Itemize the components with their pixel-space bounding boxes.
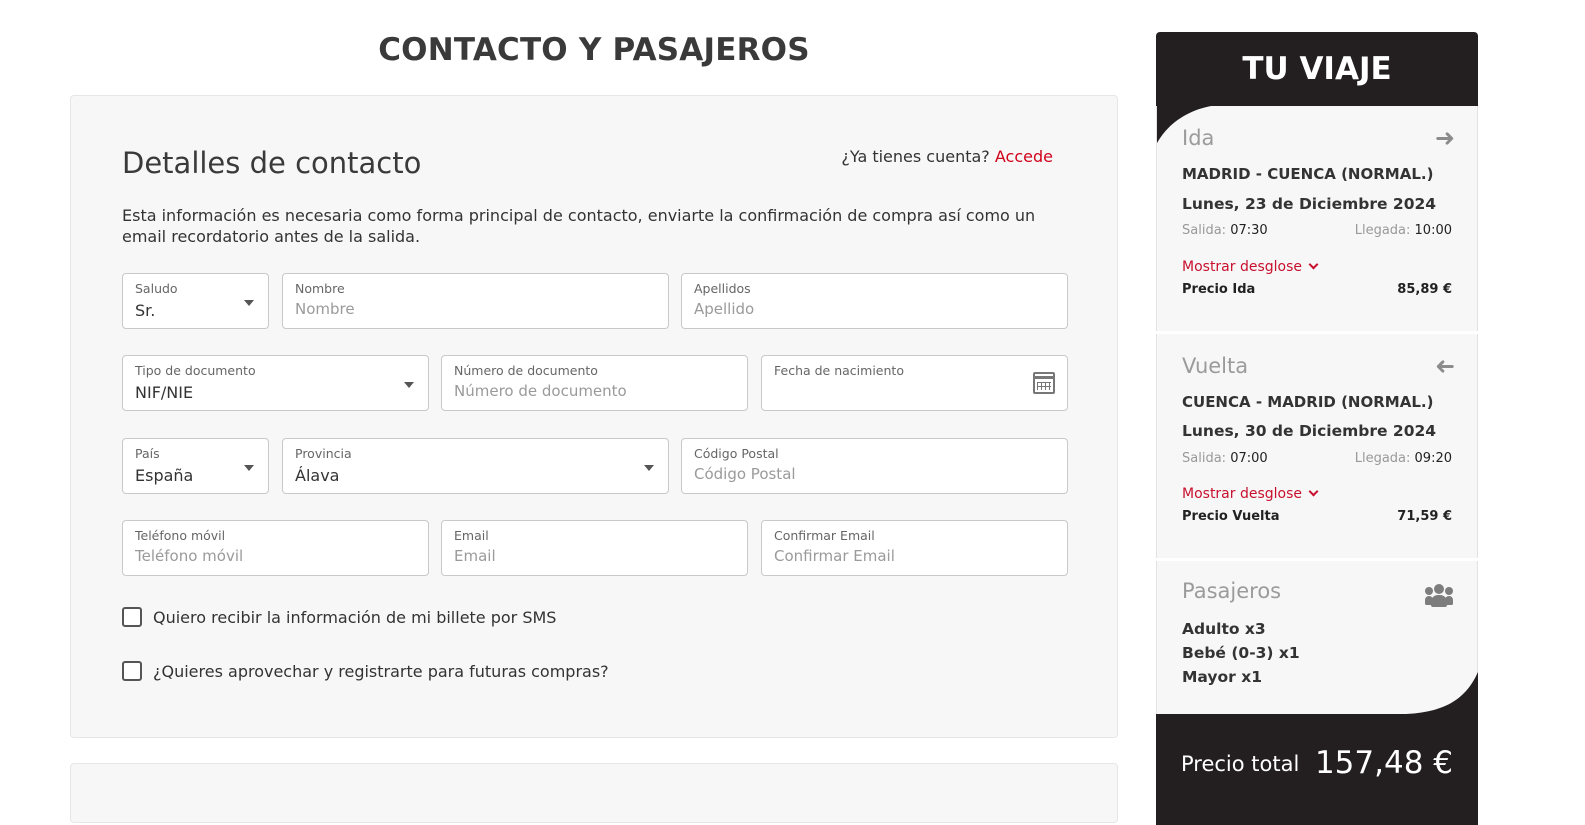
sms-option-label: Quiero recibir la información de mi bill… [153,607,557,627]
province-value: Álava [295,466,340,485]
contact-intro-text: Esta información es necesaria como forma… [122,206,1036,246]
sms-option[interactable]: Quiero recibir la información de mi bill… [122,607,556,627]
country-select[interactable]: País España [122,438,269,494]
outbound-date: Lunes, 23 de Diciembre 2024 [1182,195,1437,213]
breakdown-label: Mostrar desglose [1182,486,1303,502]
outbound-departure: Salida: 07:30 [1182,223,1268,238]
last-name-input[interactable] [694,300,1055,318]
mobile-field[interactable]: Teléfono móvil [122,520,429,576]
last-name-field[interactable]: Apellidos [681,273,1068,329]
postal-code-field[interactable]: Código Postal [681,438,1068,494]
return-block: Vuelta ➜ CUENCA - MADRID (NORMAL.) Lunes… [1156,334,1478,558]
chevron-down-icon [244,465,254,471]
salutation-label: Saludo [135,281,178,296]
return-price-label: Precio Vuelta [1182,509,1280,524]
sms-checkbox[interactable] [122,607,142,627]
total-price-box: Precio total 157,48 € [1156,715,1478,825]
outbound-price-label: Precio Ida [1182,282,1256,297]
departure-label: Salida: [1182,451,1227,466]
country-label: País [135,446,160,461]
return-arrival: Llegada: 09:20 [1355,451,1452,466]
trip-summary-title: TU VIAJE [1242,51,1392,87]
passenger-item: Bebé (0-3) x1 [1182,644,1300,662]
login-link[interactable]: Accede [995,147,1053,166]
arrival-time: 10:00 [1414,223,1452,238]
total-curve [1156,672,1478,717]
outbound-route: MADRID - CUENCA (NORMAL.) [1182,165,1434,183]
document-number-field[interactable]: Número de documento [441,355,748,411]
page-title: CONTACTO Y PASAJEROS [378,32,810,68]
contact-section-title: Detalles de contacto [122,146,422,180]
arrival-label: Llegada: [1354,451,1411,466]
breakdown-label: Mostrar desglose [1182,259,1303,275]
chevron-down-icon [644,465,654,471]
confirm-email-field[interactable]: Confirmar Email [761,520,1068,576]
passengers-title: Pasajeros [1182,579,1282,603]
return-date: Lunes, 30 de Diciembre 2024 [1182,422,1437,440]
register-option[interactable]: ¿Quieres aprovechar y registrarte para f… [122,661,609,681]
contact-details-card: Detalles de contacto ¿Ya tienes cuenta? … [70,95,1118,738]
arrow-right-icon: ➜ [1434,124,1455,152]
country-value: España [135,466,194,485]
province-label: Provincia [295,446,352,461]
document-number-label: Número de documento [454,363,598,378]
trip-summary-header: TU VIAJE [1156,32,1478,112]
outbound-price-row: Precio Ida 85,89 € [1182,282,1452,297]
departure-time: 07:00 [1230,451,1268,466]
total-price-value: 157,48 € [1314,745,1453,781]
document-type-value: NIF/NIE [135,383,194,402]
arrival-time: 09:20 [1414,451,1452,466]
birth-date-field[interactable]: Fecha de nacimiento [761,355,1068,411]
postal-code-label: Código Postal [694,446,779,461]
return-route: CUENCA - MADRID (NORMAL.) [1182,393,1434,411]
departure-time: 07:30 [1230,223,1268,238]
email-input[interactable] [454,547,735,565]
birth-date-label: Fecha de nacimiento [774,363,904,378]
departure-label: Salida: [1182,223,1227,238]
chevron-down-icon [1308,486,1319,497]
chevron-down-icon [244,300,254,306]
outbound-block: Ida ➜ MADRID - CUENCA (NORMAL.) Lunes, 2… [1156,105,1479,331]
salutation-value: Sr. [135,301,156,320]
first-name-label: Nombre [295,281,345,296]
passenger-item: Adulto x3 [1182,620,1266,638]
return-breakdown-toggle[interactable]: Mostrar desglose [1182,486,1319,502]
document-type-label: Tipo de documento [135,363,256,378]
chevron-down-icon [404,382,414,388]
chevron-down-icon [1308,259,1319,270]
calendar-icon[interactable] [1033,372,1055,394]
outbound-price-value: 85,89 € [1397,282,1452,297]
arrival-label: Llegada: [1354,223,1411,238]
first-name-input[interactable] [295,300,656,318]
confirm-email-input[interactable] [774,547,1055,565]
register-option-label: ¿Quieres aprovechar y registrarte para f… [153,661,609,681]
arrow-left-icon: ➜ [1434,352,1455,380]
first-name-field[interactable]: Nombre [282,273,669,329]
province-select[interactable]: Provincia Álava [282,438,669,494]
mobile-input[interactable] [135,547,416,565]
trip-summary: TU VIAJE Ida ➜ MADRID - CUENCA (NORMAL.)… [1156,32,1479,825]
account-prompt-text: ¿Ya tienes cuenta? [841,147,990,166]
return-title: Vuelta [1182,354,1249,378]
outbound-arrival: Llegada: 10:00 [1355,223,1452,238]
last-name-label: Apellidos [694,281,751,296]
document-type-select[interactable]: Tipo de documento NIF/NIE [122,355,429,411]
users-icon [1425,584,1453,608]
email-label: Email [454,528,489,543]
postal-code-input[interactable] [694,465,1055,483]
document-number-input[interactable] [454,382,735,400]
confirm-email-label: Confirmar Email [774,528,875,543]
return-departure: Salida: 07:00 [1182,451,1268,466]
return-price-value: 71,59 € [1397,509,1452,524]
mobile-label: Teléfono móvil [135,528,226,543]
return-price-row: Precio Vuelta 71,59 € [1182,509,1452,524]
outbound-breakdown-toggle[interactable]: Mostrar desglose [1182,259,1319,275]
salutation-select[interactable]: Saludo Sr. [122,273,269,329]
account-prompt: ¿Ya tienes cuenta? Accede [841,147,1053,166]
passengers-card [70,763,1118,823]
register-checkbox[interactable] [122,661,142,681]
outbound-title: Ida [1182,126,1215,150]
total-price-label: Precio total [1181,752,1300,776]
email-field[interactable]: Email [441,520,748,576]
